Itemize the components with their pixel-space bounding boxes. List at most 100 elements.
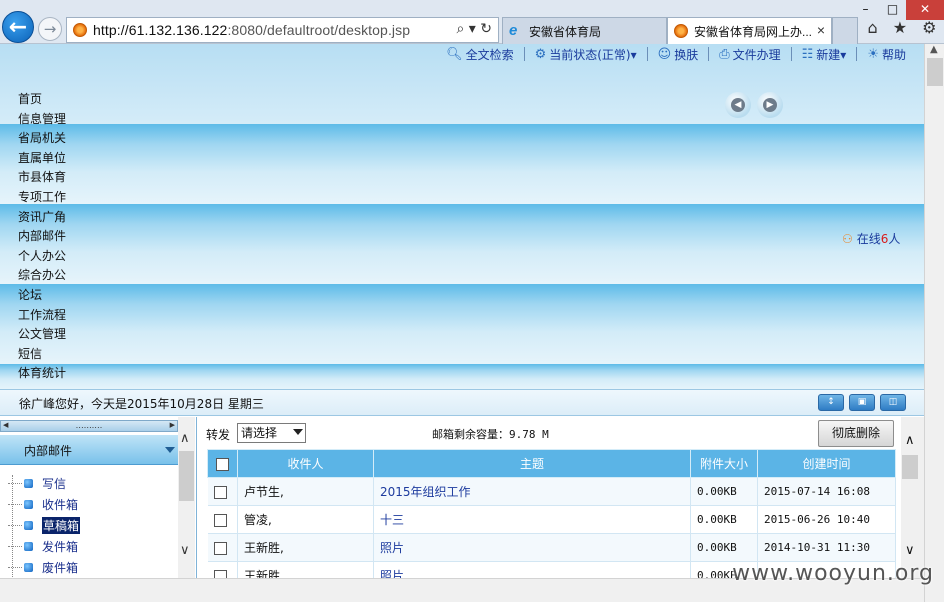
scroll-thumb[interactable]: [179, 451, 194, 501]
row-checkbox[interactable]: [213, 485, 227, 499]
menu-item-news[interactable]: 资讯广角: [18, 208, 66, 228]
left-arrow-icon: ◀: [731, 98, 745, 112]
tree-item-label: 收件箱: [42, 498, 79, 512]
scroll-up-icon[interactable]: ∧: [180, 431, 190, 446]
scroll-up-icon[interactable]: ▲: [930, 44, 938, 55]
forward-button[interactable]: →: [38, 17, 62, 41]
scroll-down-icon[interactable]: ∨: [905, 543, 915, 558]
scroll-thumb[interactable]: [927, 58, 943, 86]
layout-button-2[interactable]: ▣: [849, 394, 875, 411]
address-url[interactable]: http://61.132.136.122:8080/defaultroot/d…: [93, 22, 410, 38]
tree-item-sent[interactable]: 发件箱: [8, 536, 80, 557]
toolbar-divider: [856, 47, 858, 61]
menu-item-bureau-organs[interactable]: 省局机关: [18, 129, 66, 149]
menu-item-document-mgmt[interactable]: 公文管理: [18, 325, 66, 345]
split-icon: ◫: [888, 397, 898, 407]
tree-item-label: 写信: [42, 477, 67, 491]
forward-select[interactable]: 请选择: [237, 423, 306, 443]
tree-item-label: 发件箱: [42, 540, 79, 554]
recipient-cell: 管凌,: [237, 505, 374, 534]
minimize-button[interactable]: –: [852, 0, 879, 20]
scroll-up-icon[interactable]: ∧: [905, 433, 915, 448]
created-cell: 2014-10-31 11:30: [757, 533, 896, 562]
table-row[interactable]: 管凌, 十三 0.00KB 2015-06-26 10:40: [207, 505, 896, 534]
fulltext-search-button[interactable]: 🔍︎ 全文检索: [446, 46, 514, 63]
subject-link[interactable]: 十三: [373, 505, 691, 534]
subject-link[interactable]: 照片: [373, 533, 691, 562]
address-tools-icons[interactable]: ⌕ ▾ ↻: [457, 21, 493, 37]
tree-item-trash[interactable]: 废件箱: [8, 557, 80, 578]
home-icon[interactable]: ⌂: [868, 18, 878, 40]
tree-branch: [8, 546, 22, 547]
menu-item-internal-mail[interactable]: 内部邮件: [18, 227, 66, 247]
tab-oa-active[interactable]: 安徽省体育局网上办... ×: [667, 17, 832, 44]
change-skin-button[interactable]: ☺ 换肤: [658, 46, 699, 63]
menu-item-info-mgmt[interactable]: 信息管理: [18, 110, 66, 130]
gear-icon[interactable]: ⚙: [922, 18, 936, 40]
toolbar-divider: [790, 47, 792, 61]
search-icon: 🔍︎: [446, 46, 463, 62]
window-close-button[interactable]: ✕: [906, 0, 944, 20]
tree-branch: [8, 483, 22, 484]
column-header-created[interactable]: 创建时间: [757, 449, 896, 478]
size-cell: 0.00KB: [690, 505, 758, 534]
menu-item-sport-stats[interactable]: 体育统计: [18, 364, 66, 384]
menu-item-direct-units[interactable]: 直属单位: [18, 149, 66, 169]
new-tab-button[interactable]: [832, 17, 858, 44]
menu-item-general-office[interactable]: 综合办公: [18, 266, 66, 286]
mail-panel-scrollbar[interactable]: ∧ ∨: [901, 417, 924, 578]
layout-button-3[interactable]: ◫: [880, 394, 906, 411]
new-button[interactable]: ☷ 新建▾: [802, 46, 847, 63]
column-header-size[interactable]: 附件大小: [690, 449, 758, 478]
select-all-checkbox[interactable]: [216, 457, 229, 471]
toolbar-label: 帮助: [881, 47, 906, 62]
scroll-thumb[interactable]: [902, 455, 918, 479]
table-row[interactable]: 王新胜, 照片 0.00KB 2014-10-31 11:30: [207, 533, 896, 562]
status-button[interactable]: ⚙ 当前状态(正常)▾: [535, 46, 637, 63]
collapse-left-icon: ◀: [3, 421, 9, 429]
star-icon[interactable]: ★: [893, 18, 907, 40]
address-bar[interactable]: http://61.132.136.122:8080/defaultroot/d…: [66, 17, 499, 43]
column-header-subject[interactable]: 主题: [373, 449, 691, 478]
page-scrollbar[interactable]: ▲: [924, 44, 944, 602]
subject-link[interactable]: 2015年组织工作: [373, 477, 691, 506]
left-panel-scrollbar[interactable]: ∧ ∨: [178, 417, 195, 578]
layout-button-1[interactable]: ↕: [818, 394, 844, 411]
collapse-icon: ↕: [827, 397, 835, 407]
menu-item-personal-office[interactable]: 个人办公: [18, 247, 66, 267]
row-checkbox[interactable]: [213, 569, 227, 578]
menu-item-home[interactable]: 首页: [18, 90, 66, 110]
tree-item-inbox[interactable]: 收件箱: [8, 494, 80, 515]
scroll-left-button[interactable]: ◀: [725, 92, 751, 118]
scroll-right-button[interactable]: ▶: [757, 92, 783, 118]
mail-list-panel: 转发 请选择 邮箱剩余容量：9.78 M 彻底删除 收件人 主题 附件大小 创建…: [198, 417, 901, 578]
menu-item-sms[interactable]: 短信: [18, 345, 66, 365]
tab-anhui-sport[interactable]: e 安徽省体育局: [502, 17, 667, 44]
delete-permanently-button[interactable]: 彻底删除: [818, 420, 894, 447]
online-users[interactable]: ⚇ 在线 6 人: [842, 230, 900, 247]
folder-bullet-icon: [24, 563, 33, 572]
menu-item-special-work[interactable]: 专项工作: [18, 188, 66, 208]
size-cell: 0.00KB: [690, 533, 758, 562]
help-button[interactable]: ☀ 帮助: [867, 46, 906, 63]
menu-item-forum[interactable]: 论坛: [18, 286, 66, 306]
file-handling-button[interactable]: ⎙ 文件办理: [719, 46, 780, 63]
toolbar-label: 换肤: [674, 47, 699, 62]
menu-item-city-county[interactable]: 市县体育: [18, 168, 66, 188]
panel-collapse-bar[interactable]: ◀ ‥‥‥‥‥ ▶: [0, 420, 178, 432]
row-checkbox[interactable]: [213, 541, 227, 555]
row-checkbox[interactable]: [213, 513, 227, 527]
panel-header-internal-mail[interactable]: 内部邮件: [0, 435, 178, 465]
folder-bullet-icon: [24, 542, 33, 551]
back-button[interactable]: ←: [2, 11, 34, 43]
header-band: [0, 364, 924, 389]
table-row[interactable]: 卢节生, 2015年组织工作 0.00KB 2015-07-14 16:08: [207, 477, 896, 506]
tab-close-icon[interactable]: ×: [817, 22, 825, 38]
tree-item-drafts[interactable]: 草稿箱: [8, 515, 81, 536]
subject-link[interactable]: 照片: [373, 561, 691, 578]
column-header-recipient[interactable]: 收件人: [237, 449, 374, 478]
menu-item-workflow[interactable]: 工作流程: [18, 306, 66, 326]
scroll-down-icon[interactable]: ∨: [180, 543, 190, 558]
tree-item-compose[interactable]: 写信: [8, 473, 80, 494]
maximize-button[interactable]: □: [879, 0, 906, 20]
